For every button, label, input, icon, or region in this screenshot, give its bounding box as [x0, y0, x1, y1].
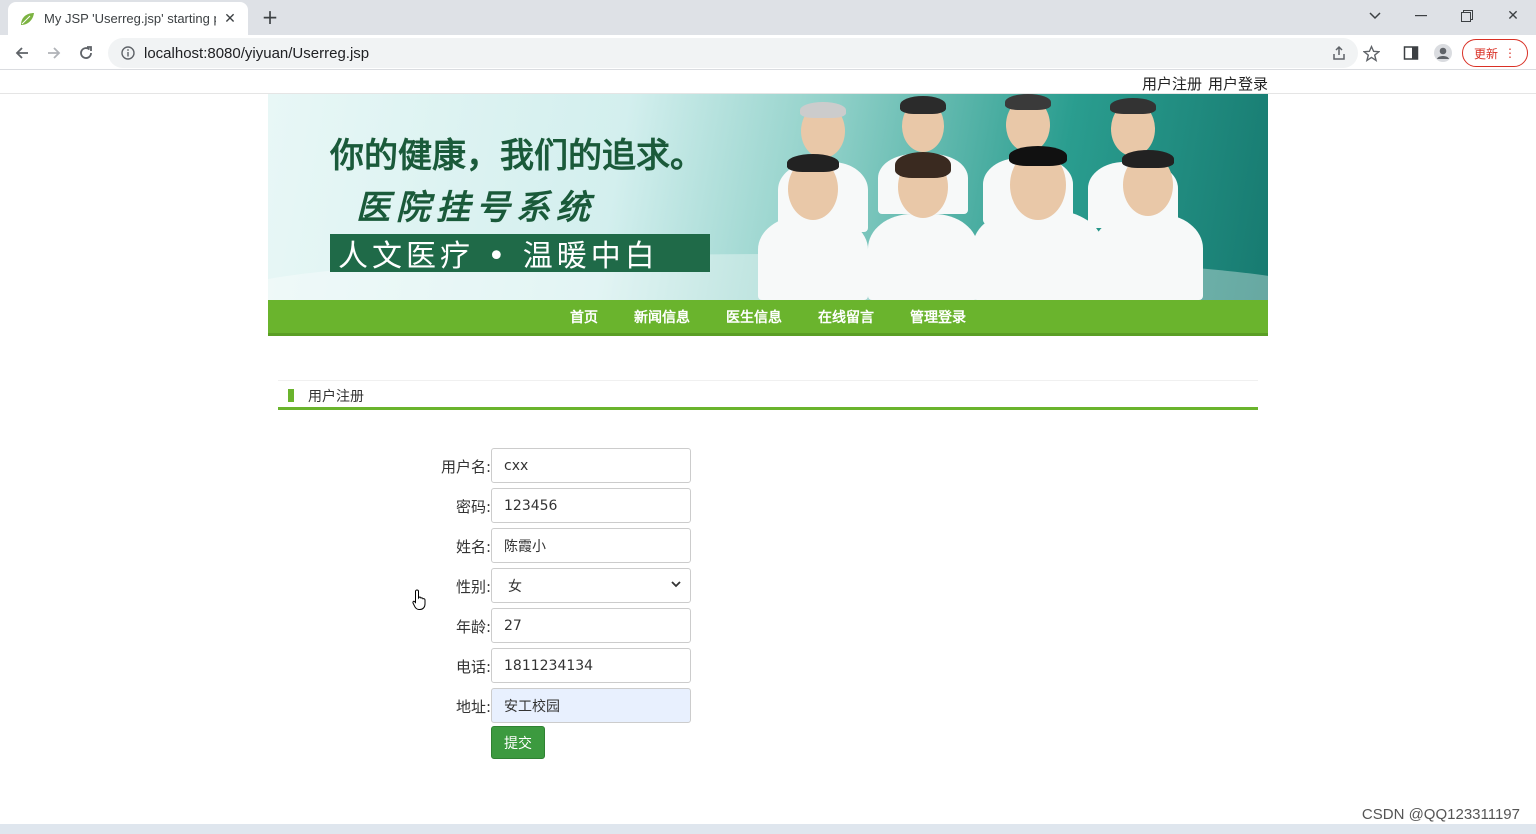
- section-marker: [288, 389, 294, 402]
- leaf-favicon-icon: [18, 10, 36, 28]
- new-tab-plus-icon[interactable]: +: [258, 5, 282, 29]
- phone-input[interactable]: 1811234134: [491, 648, 691, 683]
- restore-icon[interactable]: [1452, 4, 1482, 28]
- gender-select[interactable]: 女: [491, 568, 691, 603]
- os-taskbar: [0, 824, 1536, 834]
- phone-label: 电话:: [455, 658, 491, 676]
- password-input[interactable]: 123456: [491, 488, 691, 523]
- main-nav: 首页 新闻信息 医生信息 在线留言 管理登录: [268, 300, 1268, 336]
- browser-tab[interactable]: My JSP 'Userreg.jsp' starting p ✕: [8, 2, 248, 35]
- share-icon[interactable]: [1329, 43, 1349, 63]
- name-label: 姓名:: [455, 538, 491, 556]
- star-icon[interactable]: [1361, 43, 1381, 63]
- nav-item-news[interactable]: 新闻信息: [634, 307, 690, 327]
- top-links: 用户注册 用户登录: [1142, 73, 1268, 94]
- update-button[interactable]: 更新 ⋮: [1462, 39, 1528, 67]
- chevron-down-icon: [670, 578, 682, 594]
- tab-title: My JSP 'Userreg.jsp' starting p: [44, 11, 216, 26]
- age-input[interactable]: 27: [491, 608, 691, 643]
- submit-button[interactable]: 提交: [491, 726, 545, 759]
- profile-icon[interactable]: [1433, 43, 1453, 63]
- age-label: 年龄:: [455, 618, 491, 636]
- doctor-figure: [758, 154, 868, 300]
- register-link[interactable]: 用户注册: [1142, 73, 1202, 94]
- doctor-figure: [868, 152, 978, 300]
- address-bar[interactable]: localhost:8080/yiyuan/Userreg.jsp: [108, 38, 1358, 68]
- section-header: 用户注册: [278, 380, 1258, 410]
- tab-close-icon[interactable]: ✕: [222, 11, 238, 27]
- menu-icon[interactable]: ⋮: [1504, 46, 1516, 60]
- tab-search-chevron-icon[interactable]: [1360, 4, 1390, 28]
- watermark-text: CSDN @QQ123311197: [1361, 806, 1520, 823]
- reload-icon[interactable]: [73, 40, 99, 66]
- address-label: 地址:: [455, 698, 491, 716]
- hand-cursor-icon: [412, 589, 428, 615]
- username-input[interactable]: cxx: [491, 448, 691, 483]
- banner-system-name: 医院挂号系统: [356, 188, 596, 228]
- username-label: 用户名:: [440, 458, 491, 476]
- browser-toolbar: localhost:8080/yiyuan/Userreg.jsp 更新 ⋮: [0, 35, 1536, 70]
- section-title: 用户注册: [308, 389, 364, 405]
- doctor-figure: [1093, 150, 1203, 300]
- address-input[interactable]: 安工校园: [491, 688, 691, 723]
- login-link[interactable]: 用户登录: [1208, 73, 1268, 94]
- gender-selected-value: 女: [508, 578, 522, 595]
- url-text: localhost:8080/yiyuan/Userreg.jsp: [144, 44, 370, 62]
- gender-label: 性别:: [455, 578, 491, 596]
- nav-item-home[interactable]: 首页: [570, 307, 598, 327]
- nav-item-doctors[interactable]: 医生信息: [726, 307, 782, 327]
- doctor-figure: [973, 146, 1103, 300]
- nav-item-admin-login[interactable]: 管理登录: [910, 307, 966, 327]
- info-icon[interactable]: [120, 45, 136, 61]
- browser-tabbar: My JSP 'Userreg.jsp' starting p ✕ + ✕: [0, 0, 1536, 35]
- sidepanel-icon[interactable]: [1401, 43, 1421, 63]
- forward-icon[interactable]: [41, 40, 67, 66]
- window-close-icon[interactable]: ✕: [1498, 4, 1528, 28]
- banner-ribbon: 人文医疗 • 温暖中白: [330, 234, 710, 274]
- banner-slogan: 你的健康，我们的追求。: [330, 136, 704, 176]
- banner-image: 你的健康，我们的追求。 医院挂号系统 人文医疗 • 温暖中白: [268, 94, 1268, 300]
- update-label: 更新: [1473, 46, 1498, 61]
- password-label: 密码:: [455, 498, 491, 516]
- nav-item-messages[interactable]: 在线留言: [818, 307, 874, 327]
- top-strip: [0, 70, 1536, 94]
- minimize-icon[interactable]: [1406, 4, 1436, 28]
- back-icon[interactable]: [9, 40, 35, 66]
- name-input[interactable]: 陈霞小: [491, 528, 691, 563]
